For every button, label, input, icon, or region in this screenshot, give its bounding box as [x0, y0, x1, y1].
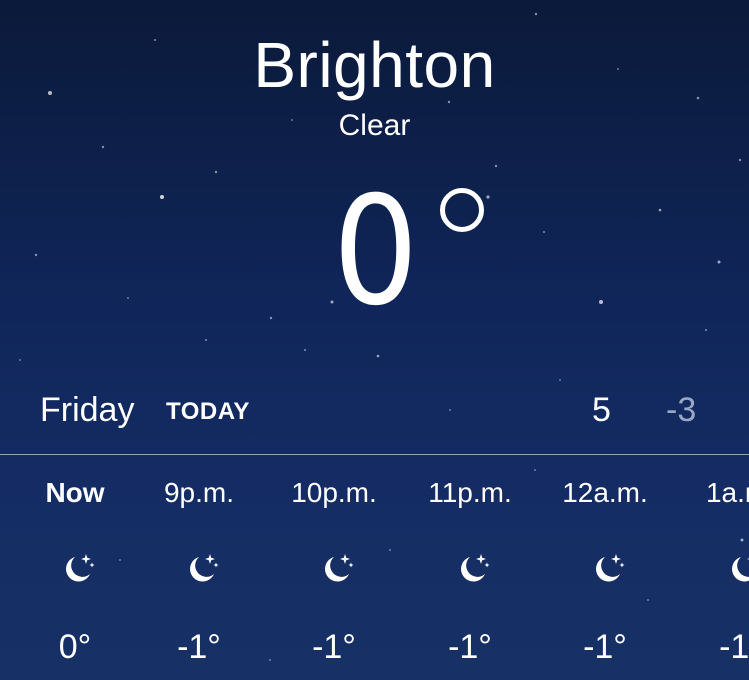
- moon-stars-icon: [325, 554, 354, 582]
- hour-temperature: -1°: [719, 628, 749, 666]
- hour-time: 11p.m.: [428, 477, 512, 508]
- hour-time: 10p.m.: [291, 477, 377, 508]
- hour-temperature: -1°: [583, 628, 627, 666]
- moon-stars-icon: [66, 554, 95, 582]
- hourly-item: 9p.m. -1°: [134, 455, 264, 680]
- hour-time: 1a.m.: [705, 477, 749, 508]
- moon-stars-icon: [732, 557, 749, 582]
- hour-time: Now: [45, 477, 105, 508]
- moon-stars-icon: [190, 554, 219, 582]
- hourly-forecast[interactable]: Now 0° 9p.m. -1° 10p.m. -1° 11p.m. -1° 1…: [0, 455, 749, 680]
- day-name: Friday: [40, 391, 135, 429]
- hour-time: 12a.m.: [562, 477, 648, 508]
- high-temperature: 5: [592, 391, 611, 429]
- hour-temperature: -1°: [312, 628, 356, 666]
- moon-stars-icon: [596, 554, 625, 582]
- current-temperature: 0: [0, 172, 749, 332]
- hourly-item: 12a.m. -1°: [540, 455, 670, 680]
- hourly-item: 11p.m. -1°: [405, 455, 535, 680]
- hourly-item: Now 0°: [10, 455, 140, 680]
- moon-stars-icon: [461, 554, 490, 582]
- hourly-item: 10p.m. -1°: [269, 455, 399, 680]
- hour-temperature: 0°: [58, 628, 92, 666]
- hour-temperature: -1°: [177, 628, 221, 666]
- weather-condition: Clear: [338, 109, 411, 142]
- current-temperature-value: 0: [332, 165, 418, 339]
- hour-time: 9p.m.: [163, 477, 235, 508]
- degree-symbol: [439, 188, 484, 232]
- city-name: Brighton: [253, 29, 496, 101]
- low-temperature: -3: [666, 391, 697, 429]
- today-label: TODAY: [166, 398, 250, 425]
- hourly-item: 1a.m. -1°: [676, 455, 749, 680]
- hour-temperature: -1°: [448, 628, 492, 666]
- today-summary-row: Friday TODAY 5 -3: [0, 386, 749, 434]
